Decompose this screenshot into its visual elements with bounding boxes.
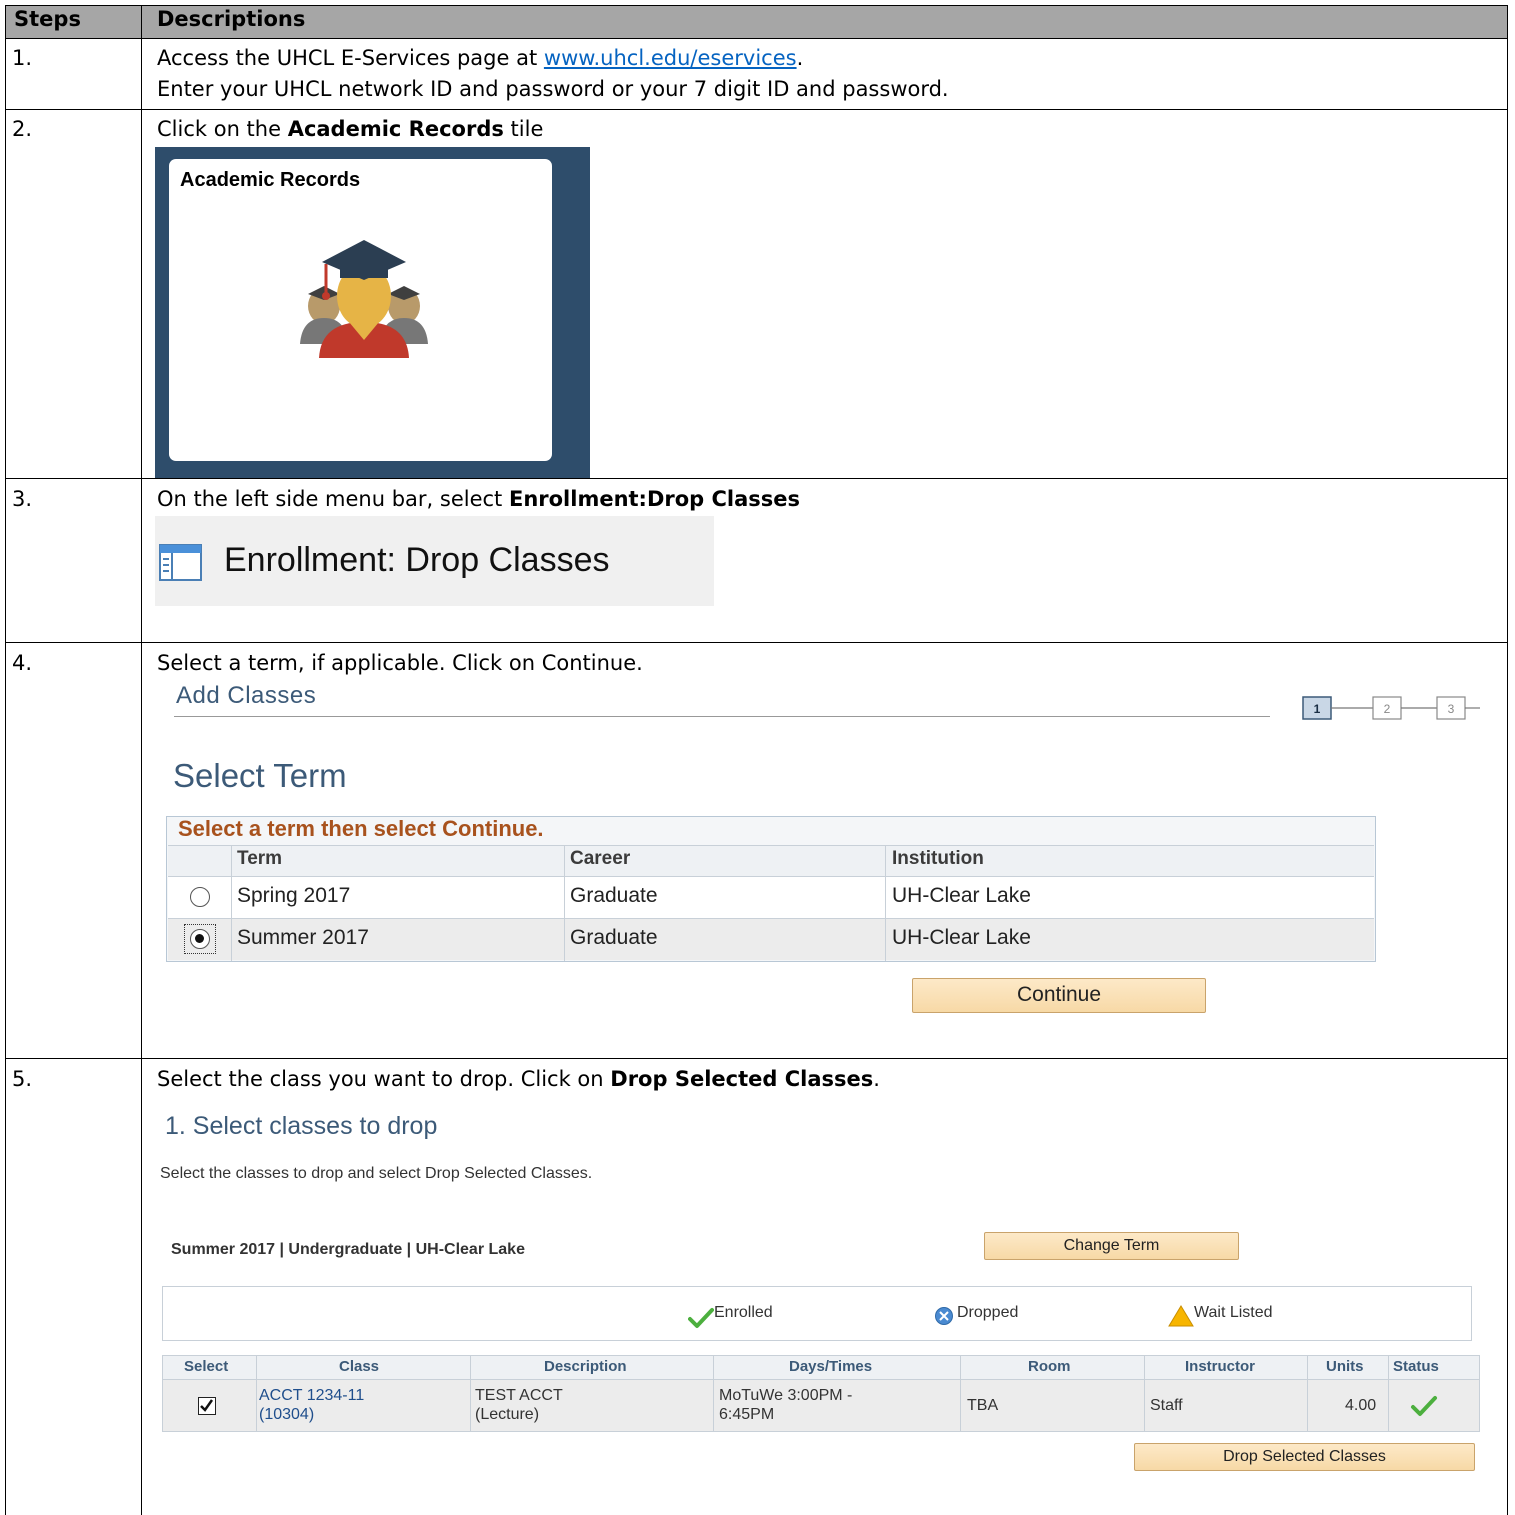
career-cell: Graduate: [570, 884, 658, 907]
row-divider: [5, 478, 1508, 479]
term-radio-spring[interactable]: [190, 887, 210, 907]
legend-wait-listed: Wait Listed: [1194, 1304, 1273, 1321]
col-separator: [1388, 1355, 1389, 1432]
graduate-students-icon: [300, 240, 428, 358]
radio-dot: [195, 934, 204, 943]
enrollment-drop-label: Enrollment: Drop Classes: [224, 541, 610, 579]
check-icon: [688, 1308, 714, 1328]
select-term-heading: Select Term: [173, 757, 347, 794]
col-separator: [1144, 1355, 1145, 1432]
step-indicator-icon: 1 2 3: [1302, 696, 1480, 720]
col-units: Units: [1326, 1358, 1364, 1375]
current-term-label: Summer 2017 | Undergraduate | UH-Clear L…: [171, 1241, 525, 1258]
col-status: Status: [1393, 1358, 1439, 1375]
dropped-x-icon: [935, 1307, 953, 1325]
career-cell: Graduate: [570, 926, 658, 949]
col-separator: [470, 1355, 471, 1432]
step-number: 4.: [12, 651, 33, 675]
step-2-post: tile: [503, 117, 544, 141]
step-2-bold: Academic Records: [287, 117, 504, 141]
step-1-period: .: [796, 46, 804, 70]
step-number: 2.: [12, 117, 33, 141]
days-line-2: 6:45PM: [719, 1406, 775, 1423]
checkmark-icon: [200, 1399, 214, 1412]
class-instructor: Staff: [1150, 1397, 1183, 1414]
class-checkbox[interactable]: [198, 1397, 216, 1415]
col-separator: [1307, 1355, 1308, 1432]
col-separator: [256, 1355, 257, 1432]
col-career: Career: [570, 848, 631, 869]
step-number: 5.: [12, 1067, 33, 1091]
warning-icon: [1168, 1305, 1194, 1327]
class-units: 4.00: [1345, 1397, 1377, 1414]
enrolled-check-icon: [1411, 1396, 1437, 1416]
col-term: Term: [237, 848, 283, 869]
col-class: Class: [339, 1358, 380, 1375]
step-1-line-2: Enter your UHCL network ID and password …: [157, 77, 949, 101]
svg-text:1: 1: [1314, 702, 1321, 716]
row-divider: [5, 642, 1508, 643]
term-radio-summer[interactable]: [190, 929, 210, 949]
step-5-text: Select the class you want to drop. Click…: [157, 1067, 880, 1091]
term-cell: Summer 2017: [237, 926, 369, 949]
step-3-text: On the left side menu bar, select Enroll…: [157, 487, 800, 511]
col-separator: [231, 845, 232, 961]
col-select: Select: [184, 1358, 229, 1375]
desc-line-1: TEST ACCT: [475, 1387, 563, 1404]
select-classes-subtitle: Select the classes to drop and select Dr…: [160, 1165, 593, 1182]
col-separator: [960, 1355, 961, 1432]
col-instructor: Instructor: [1185, 1358, 1256, 1375]
step-2-pre: Click on the: [157, 117, 288, 141]
col-separator: [885, 845, 886, 961]
title-rule: [174, 716, 1270, 717]
desc-line-2: (Lecture): [475, 1406, 540, 1423]
col-days-times: Days/Times: [789, 1358, 873, 1375]
term-instruction: Select a term then select Continue.: [178, 816, 544, 841]
step-3-pre: On the left side menu bar, select: [157, 487, 509, 511]
step-5-pre: Select the class you want to drop. Click…: [157, 1067, 611, 1091]
class-link[interactable]: ACCT 1234-11 (10304): [259, 1386, 364, 1424]
days-line-1: MoTuWe 3:00PM -: [719, 1387, 853, 1404]
svg-text:2: 2: [1384, 702, 1391, 716]
class-description: TEST ACCT (Lecture): [475, 1386, 563, 1424]
legend-enrolled: Enrolled: [714, 1304, 773, 1321]
step-2-text: Click on the Academic Records tile: [157, 117, 543, 141]
term-grid-header: [168, 845, 1374, 876]
step-1-line-1: Access the UHCL E-Services page at www.u…: [157, 46, 803, 70]
col-institution: Institution: [892, 848, 984, 869]
step-number: 3.: [12, 487, 33, 511]
class-room: TBA: [967, 1397, 999, 1414]
institution-cell: UH-Clear Lake: [892, 884, 1031, 907]
col-separator: [564, 845, 565, 961]
drop-selected-classes-button[interactable]: Drop Selected Classes: [1134, 1443, 1475, 1471]
class-code: ACCT 1234-11: [259, 1387, 365, 1404]
step-5-bold: Drop Selected Classes: [610, 1067, 874, 1091]
select-classes-title: 1. Select classes to drop: [165, 1112, 438, 1140]
step-3-bold: Enrollment:Drop Classes: [508, 487, 801, 511]
col-separator: [713, 1355, 714, 1432]
step-4-text: Select a term, if applicable. Click on C…: [157, 651, 643, 675]
class-days-times: MoTuWe 3:00PM - 6:45PM: [719, 1386, 852, 1424]
institution-cell: UH-Clear Lake: [892, 926, 1031, 949]
status-legend: [162, 1286, 1472, 1341]
class-number: (10304): [259, 1406, 315, 1423]
term-cell: Spring 2017: [237, 884, 351, 907]
page-icon: [159, 544, 202, 581]
column-divider: [141, 5, 142, 1515]
legend-dropped: Dropped: [957, 1304, 1019, 1321]
tile-title: Academic Records: [180, 169, 361, 191]
col-room: Room: [1028, 1358, 1071, 1375]
change-term-button[interactable]: Change Term: [984, 1232, 1239, 1260]
eservices-link[interactable]: www.uhcl.edu/eservices: [544, 46, 797, 70]
svg-text:3: 3: [1448, 702, 1455, 716]
step-5-post: .: [873, 1067, 880, 1091]
row-divider: [5, 109, 1508, 110]
add-classes-title: Add Classes: [176, 682, 317, 709]
row-divider: [5, 1058, 1508, 1059]
step-1-text: Access the UHCL E-Services page at: [157, 46, 544, 70]
col-description: Description: [544, 1358, 627, 1375]
continue-button[interactable]: Continue: [912, 978, 1206, 1013]
step-number: 1.: [12, 46, 33, 70]
